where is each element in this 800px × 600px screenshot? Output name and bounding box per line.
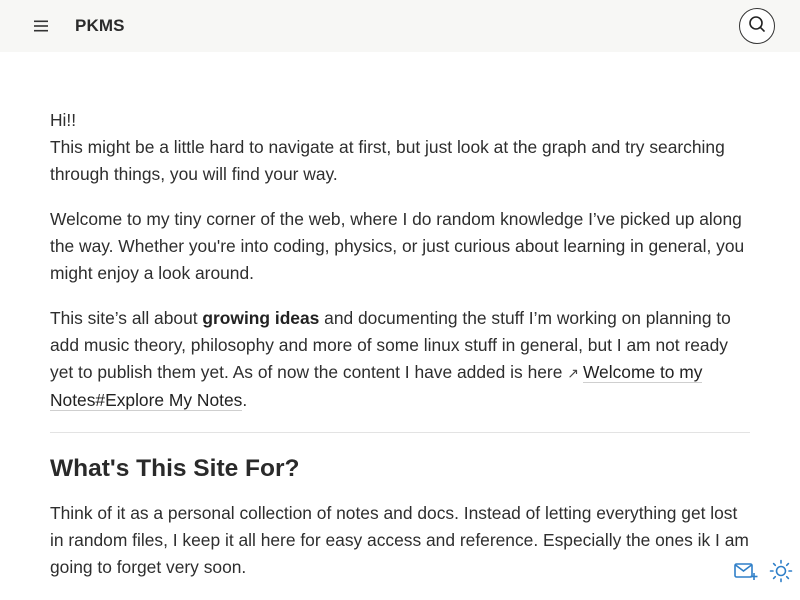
greeting-text: Hi!! [50, 110, 77, 130]
sun-theme-icon[interactable] [768, 558, 794, 584]
main-content: Hi!! This might be a little hard to navi… [50, 107, 750, 599]
floating-action-buttons [733, 558, 794, 584]
mail-plus-icon[interactable] [733, 558, 759, 584]
hamburger-menu-icon[interactable] [31, 16, 51, 36]
section-heading: What's This Site For? [50, 455, 300, 482]
intro-paragraph: This might be a little hard to navigate … [50, 137, 725, 184]
welcome-paragraph: Welcome to my tiny corner of the web, wh… [50, 209, 745, 283]
external-link-arrow-icon: ↗ [567, 365, 579, 381]
site-title[interactable]: PKMS [75, 16, 125, 36]
about-paragraph: This site’s all about growing ideas and … [50, 305, 750, 414]
about-text-start: This site’s all about [50, 308, 203, 328]
section-divider [50, 432, 750, 433]
bold-growing-ideas: growing ideas [202, 308, 320, 328]
top-bar: PKMS [0, 0, 800, 52]
section-paragraph: Think of it as a personal collection of … [50, 503, 749, 577]
search-icon [748, 15, 766, 38]
search-button[interactable] [739, 8, 775, 44]
link-suffix: . [242, 390, 248, 410]
